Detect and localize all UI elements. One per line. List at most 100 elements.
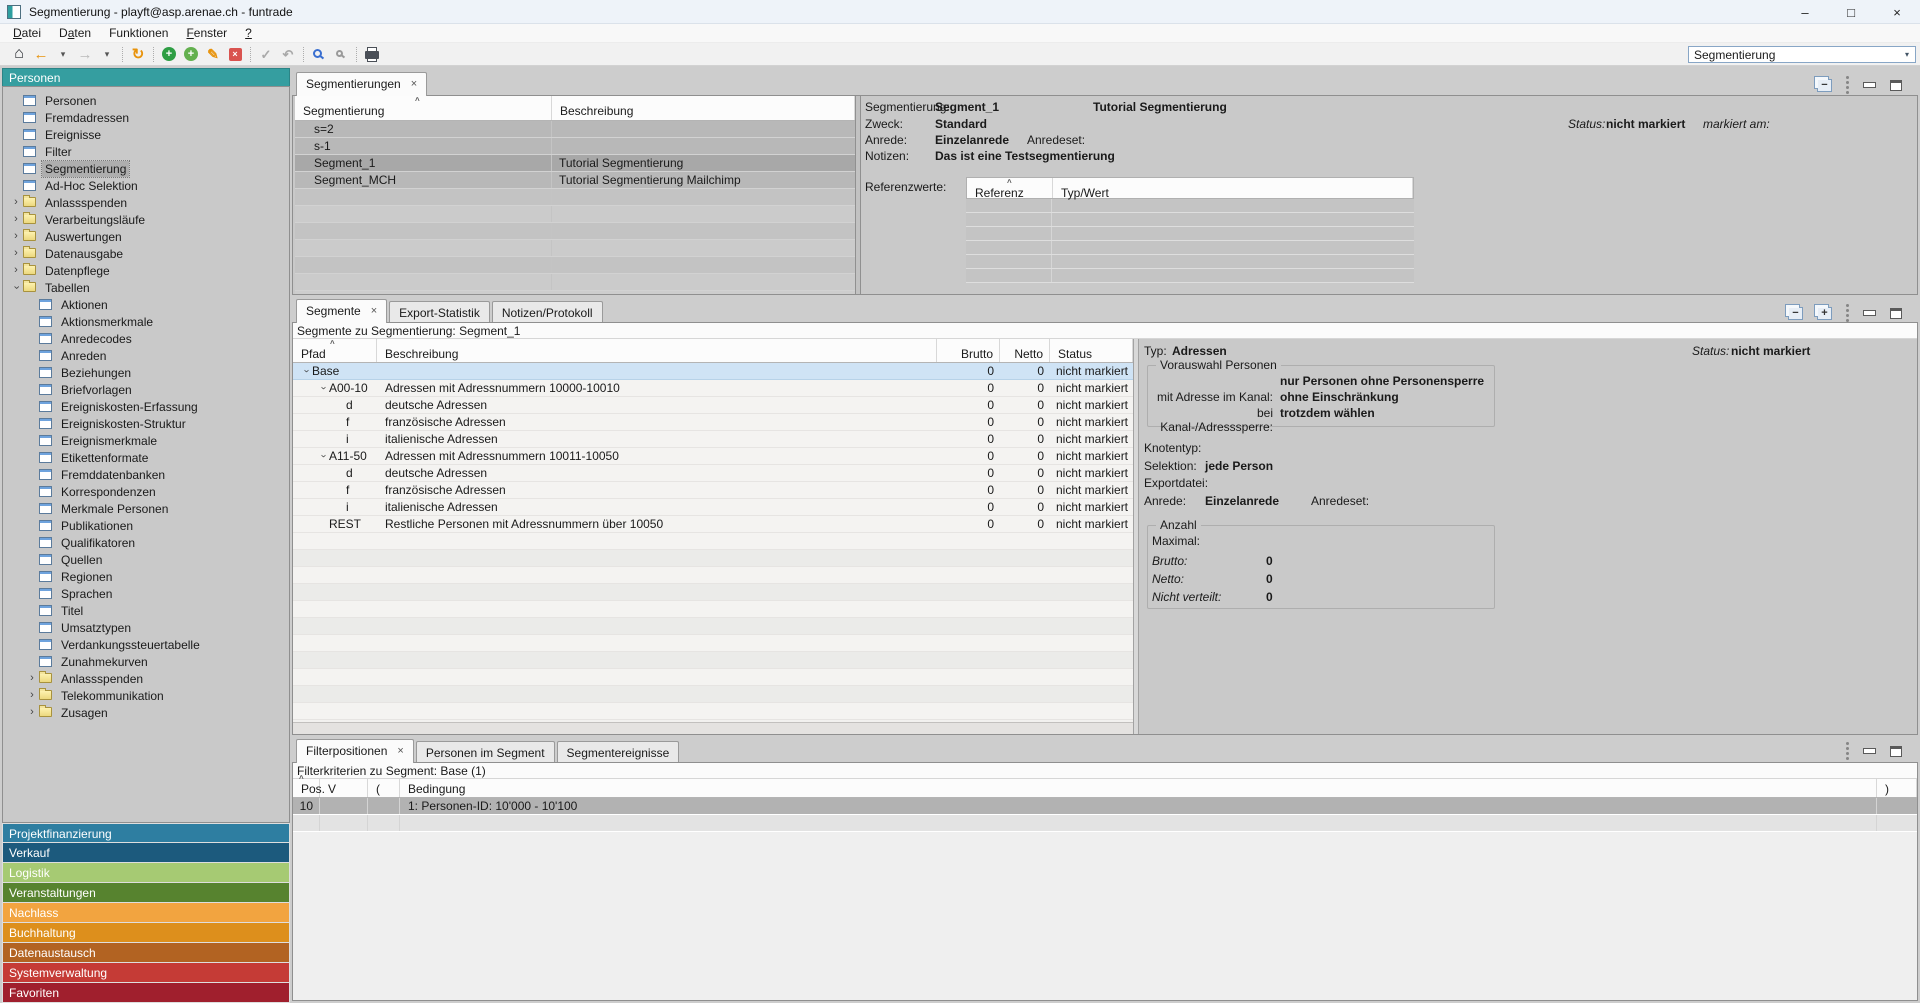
tab-notizen-protokoll[interactable]: Notizen/Protokoll (492, 301, 603, 323)
segment-row-d[interactable]: ddeutsche Adressen00nicht markiert (293, 465, 1133, 482)
column-header-status[interactable]: Status (1050, 339, 1133, 362)
column-header-v[interactable]: V (320, 779, 368, 797)
tab-segmente[interactable]: Segmente× (296, 299, 387, 323)
tree-item-filter[interactable]: Filter (3, 143, 289, 160)
tree-item-fremddatenbanken[interactable]: Fremddatenbanken (3, 466, 289, 483)
minimize-pane-icon[interactable] (1863, 82, 1876, 88)
edit-icon[interactable]: ✎ (202, 44, 224, 64)
chevron-down-icon[interactable]: › (318, 382, 328, 394)
segment-row-a00-10[interactable]: ›A00-10Adressen mit Adressnummern 10000-… (293, 380, 1133, 397)
minimize-pane-icon[interactable] (1863, 310, 1876, 316)
empty-row[interactable] (293, 584, 1133, 601)
tree-item-titel[interactable]: Titel (3, 602, 289, 619)
tree-item-anredecodes[interactable]: Anredecodes (3, 330, 289, 347)
close-icon[interactable]: × (371, 306, 377, 317)
empty-row[interactable] (293, 686, 1133, 703)
column-header-segmentierung[interactable]: Segmentierung^ (295, 96, 552, 120)
empty-row[interactable] (966, 269, 1414, 283)
close-icon[interactable]: × (411, 79, 417, 90)
segment-row-i[interactable]: iitalienische Adressen00nicht markiert (293, 499, 1133, 516)
tree-item-verarbeitungsl-ufe[interactable]: ›Verarbeitungsläufe (3, 211, 289, 228)
tree-item-etikettenformate[interactable]: Etikettenformate (3, 449, 289, 466)
empty-row[interactable] (966, 241, 1414, 255)
column-header-netto[interactable]: Netto (1000, 339, 1050, 362)
tree-item-umsatztypen[interactable]: Umsatztypen (3, 619, 289, 636)
close-button[interactable]: × (1874, 0, 1920, 24)
search-secondary-icon[interactable] (330, 44, 352, 64)
collapse-all-icon[interactable]: − (1788, 307, 1803, 320)
module-veranstaltungen[interactable]: Veranstaltungen (2, 883, 290, 903)
tree-item-zunahmekurven[interactable]: Zunahmekurven (3, 653, 289, 670)
tree-item-anlassspenden[interactable]: ›Anlassspenden (3, 670, 289, 687)
table-row[interactable]: Segment_1Tutorial Segmentierung (295, 155, 855, 172)
segment-row-rest[interactable]: RESTRestliche Personen mit Adressnummern… (293, 516, 1133, 533)
forward-icon[interactable]: → (74, 44, 96, 64)
tree-item-datenpflege[interactable]: ›Datenpflege (3, 262, 289, 279)
empty-row[interactable] (966, 227, 1414, 241)
tab-personen-im-segment[interactable]: Personen im Segment (416, 741, 555, 763)
tree-item-ereigniskosten-struktur[interactable]: Ereigniskosten-Struktur (3, 415, 289, 432)
tree-item-auswertungen[interactable]: ›Auswertungen (3, 228, 289, 245)
chevron-down-icon[interactable]: ▾ (1899, 50, 1915, 59)
minimize-pane-icon[interactable] (1863, 748, 1876, 754)
kebab-icon[interactable] (1846, 76, 1849, 79)
menu-item-?[interactable]: ? (236, 24, 261, 42)
delete-icon[interactable]: × (224, 44, 246, 64)
table-row[interactable]: s-1 (295, 138, 855, 155)
tab-export-statistik[interactable]: Export-Statistik (389, 301, 490, 323)
column-header-referenz[interactable]: Referenz^ (967, 178, 1053, 198)
module-favoriten[interactable]: Favoriten (2, 983, 290, 1003)
menu-item-daten[interactable]: Daten (50, 24, 100, 42)
horizontal-scrollbar[interactable] (293, 722, 1139, 734)
tree-item-datenausgabe[interactable]: ›Datenausgabe (3, 245, 289, 262)
tree-item-merkmale-personen[interactable]: Merkmale Personen (3, 500, 289, 517)
search-icon[interactable] (308, 44, 330, 64)
chevron-down-icon[interactable]: › (301, 365, 311, 377)
empty-row[interactable] (295, 274, 855, 291)
empty-row[interactable] (293, 815, 1917, 832)
empty-row[interactable] (966, 199, 1414, 213)
empty-row[interactable] (293, 550, 1133, 567)
back-dropdown-icon[interactable]: ▾ (52, 44, 74, 64)
table-row[interactable]: s=2 (295, 121, 855, 138)
column-header-typ-wert[interactable]: Typ/Wert (1053, 178, 1413, 198)
empty-row[interactable] (293, 567, 1133, 584)
menu-item-datei[interactable]: Datei (4, 24, 50, 42)
tree-item-quellen[interactable]: Quellen (3, 551, 289, 568)
chevron-down-icon[interactable]: › (318, 450, 328, 462)
tree-item-ereignisse[interactable]: Ereignisse (3, 126, 289, 143)
tree-item-qualifikatoren[interactable]: Qualifikatoren (3, 534, 289, 551)
module-logistik[interactable]: Logistik (2, 863, 290, 883)
tree-item-sprachen[interactable]: Sprachen (3, 585, 289, 602)
module-verkauf[interactable]: Verkauf (2, 843, 290, 863)
tree-item-ereigniskosten-erfassung[interactable]: Ereigniskosten-Erfassung (3, 398, 289, 415)
print-icon[interactable] (361, 44, 383, 64)
segment-row-f[interactable]: ffranzösische Adressen00nicht markiert (293, 414, 1133, 431)
menu-item-funktionen[interactable]: Funktionen (100, 24, 177, 42)
tree-item-personen[interactable]: Personen (3, 92, 289, 109)
tree-item-regionen[interactable]: Regionen (3, 568, 289, 585)
module-nachlass[interactable]: Nachlass (2, 903, 290, 923)
column-header-item[interactable]: ) (1877, 779, 1917, 797)
expand-all-icon[interactable]: + (1817, 307, 1832, 320)
module-projektfinanzierung[interactable]: Projektfinanzierung (2, 823, 290, 843)
empty-row[interactable] (293, 669, 1133, 686)
empty-row[interactable] (966, 255, 1414, 269)
confirm-icon[interactable]: ✓ (255, 44, 277, 64)
maximize-pane-icon[interactable] (1890, 80, 1902, 91)
tree-item-zusagen[interactable]: ›Zusagen (3, 704, 289, 721)
segment-row-d[interactable]: ddeutsche Adressen00nicht markiert (293, 397, 1133, 414)
column-header-bedingung[interactable]: Bedingung (400, 779, 1877, 797)
empty-row[interactable] (295, 189, 855, 206)
tree-item-ad-hoc-selektion[interactable]: Ad-Hoc Selektion (3, 177, 289, 194)
refresh-icon[interactable]: ↻ (127, 44, 149, 64)
maximize-button[interactable]: □ (1828, 0, 1874, 24)
column-header-pos[interactable]: Pos.^ (293, 779, 320, 797)
undo-icon[interactable]: ↶ (277, 44, 299, 64)
tree-item-telekommunikation[interactable]: ›Telekommunikation (3, 687, 289, 704)
empty-row[interactable] (293, 618, 1133, 635)
tree-item-aktionsmerkmale[interactable]: Aktionsmerkmale (3, 313, 289, 330)
column-header-beschreibung[interactable]: Beschreibung (377, 339, 937, 362)
tree-item-publikationen[interactable]: Publikationen (3, 517, 289, 534)
tree-item-korrespondenzen[interactable]: Korrespondenzen (3, 483, 289, 500)
